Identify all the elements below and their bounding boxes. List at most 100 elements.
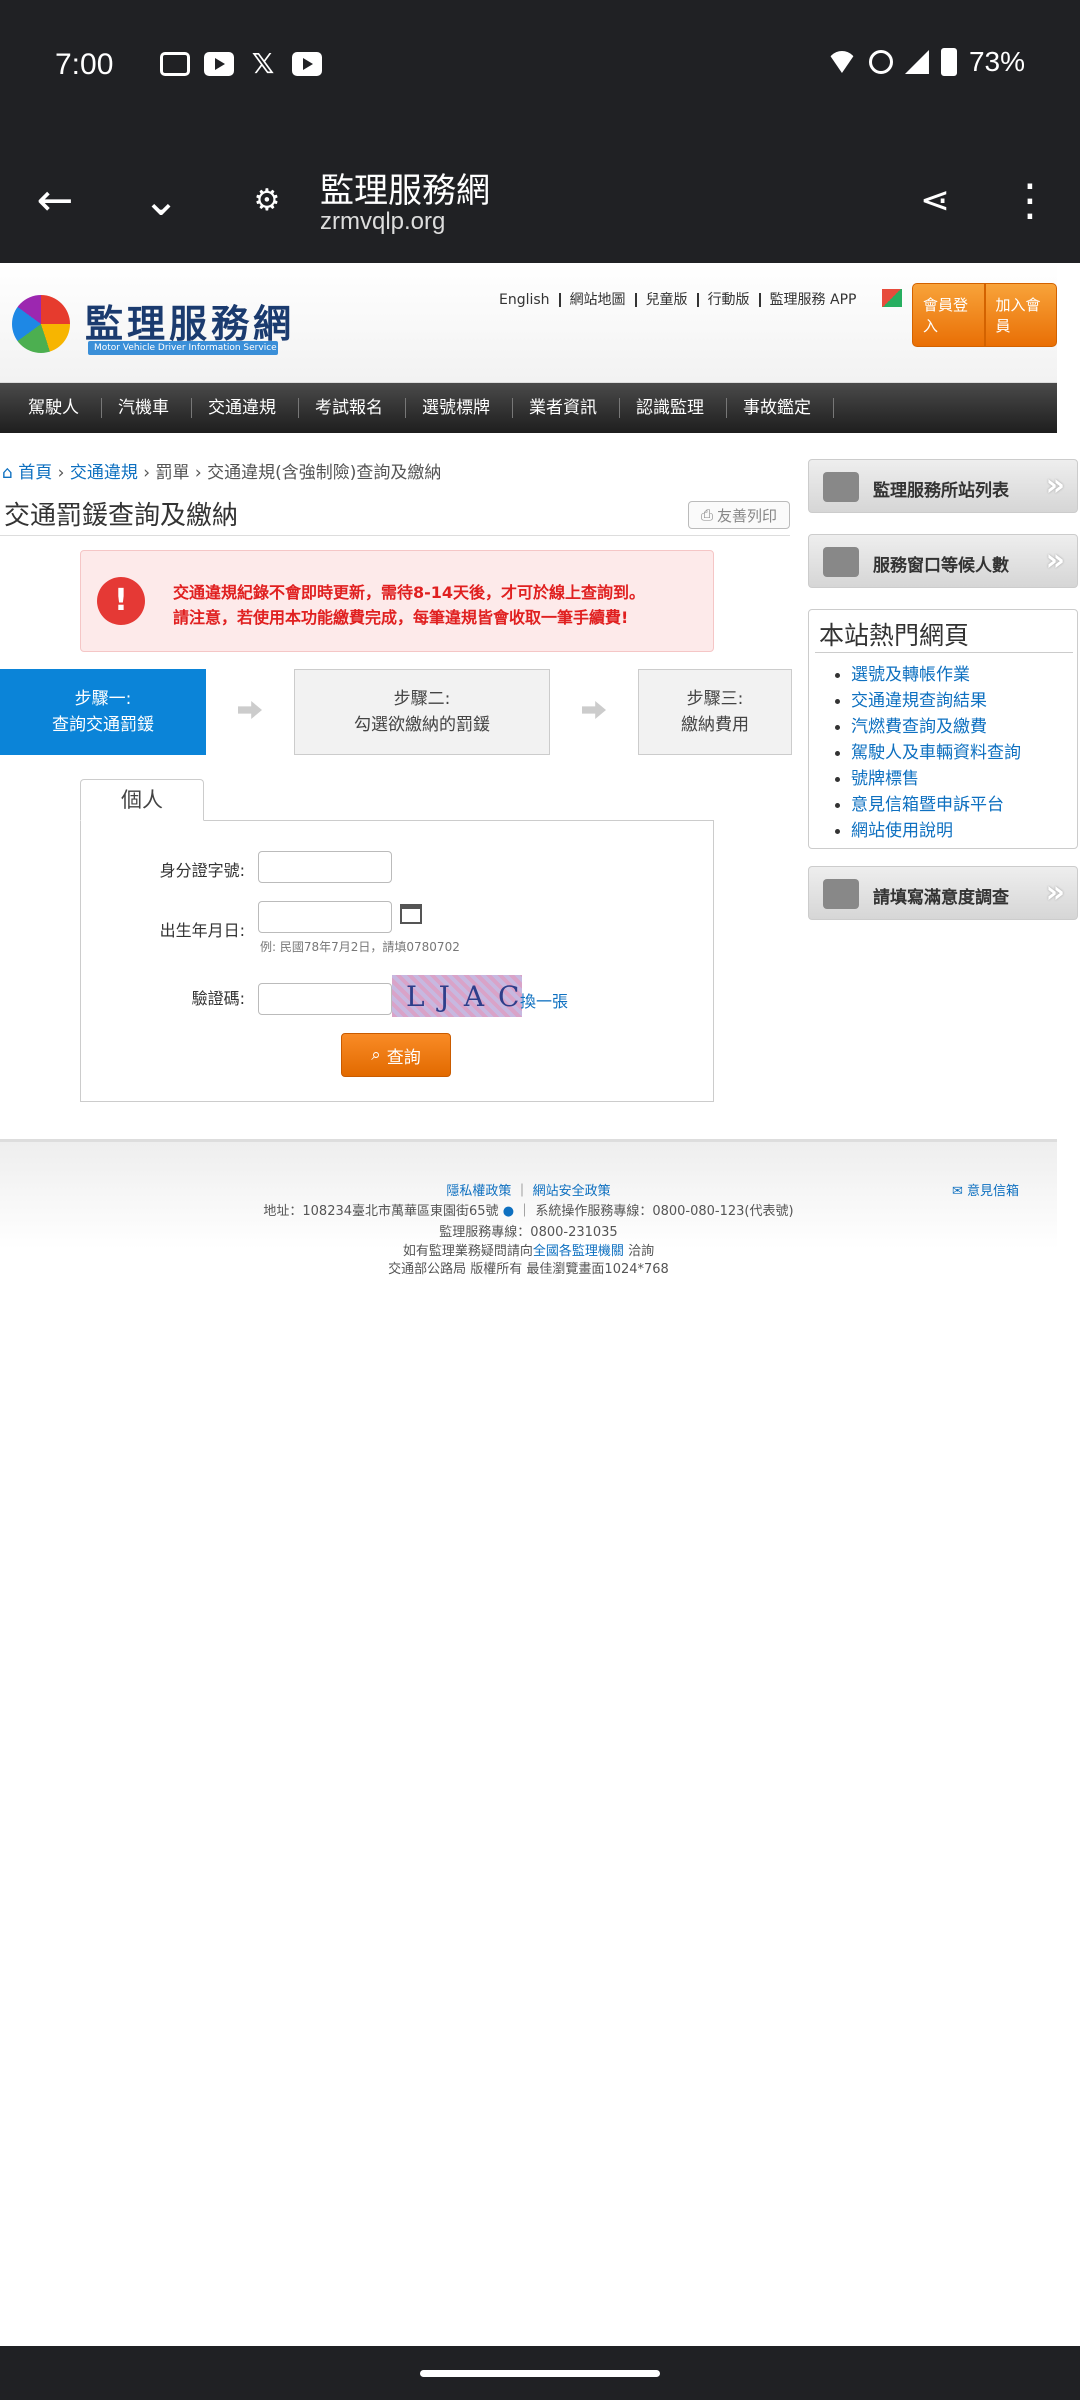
breadcrumb-home[interactable]: 首頁	[18, 463, 52, 483]
calendar-icon[interactable]	[400, 904, 422, 924]
link-sitemap[interactable]: 網站地圖	[558, 293, 635, 307]
waiting-count-label: 服務窗口等候人數	[873, 556, 1009, 576]
hot-link[interactable]: 駕駛人及車輛資料查詢	[835, 740, 1021, 766]
birth-hint: 例: 民國78年7月2日，請填0780702	[260, 940, 460, 954]
captcha-input[interactable]	[258, 983, 392, 1015]
back-arrow-icon[interactable]: ←	[30, 175, 80, 226]
logo-emblem-icon[interactable]	[12, 295, 70, 353]
hot-link[interactable]: 汽燃費查詢及繳費	[835, 714, 1021, 740]
youtube-icon	[292, 52, 322, 76]
id-input[interactable]	[258, 851, 392, 883]
hot-link[interactable]: 網站使用說明	[835, 818, 1021, 844]
security-link[interactable]: 網站安全政策	[533, 1184, 611, 1199]
map-pin-icon[interactable]: ●	[503, 1204, 514, 1219]
step-3: 步驟三: 繳納費用	[638, 669, 792, 755]
satisfaction-survey-button[interactable]: 請填寫滿意度調查 »	[808, 866, 1078, 920]
service-station-list-button[interactable]: 監理服務所站列表 »	[808, 459, 1078, 513]
breadcrumb-traffic[interactable]: 交通違規	[70, 463, 138, 483]
link-english[interactable]: English	[490, 293, 559, 307]
warning-icon: !	[97, 577, 145, 625]
footer-policy-links: 隱私權政策 ｜ 網站安全政策	[446, 1184, 611, 1199]
page-title: 交通罰鍰查詢及繳納	[4, 501, 239, 531]
app-logo-icon[interactable]	[882, 289, 902, 307]
footer-service-line: 監理服務專線：0800-231035	[439, 1225, 618, 1240]
hot-link[interactable]: 意見信箱暨申訴平台	[835, 792, 1021, 818]
footer-hotline: 系統操作服務專線：0800-080-123(代表號)	[535, 1204, 794, 1219]
nav-exam[interactable]: 考試報名	[299, 398, 406, 418]
youtube-icon	[204, 52, 234, 76]
footer-contact-link[interactable]: 全國各監理機關	[533, 1244, 624, 1259]
battery-icon	[940, 48, 957, 76]
web-page: 監理服務網 Motor Vehicle Driver Information S…	[0, 263, 1080, 2346]
logo-text[interactable]: 監理服務網	[85, 293, 295, 348]
breadcrumb: ⌂ 首頁 › 交通違規 › 罰單 › 交通違規(含強制險)查詢及繳納	[2, 458, 441, 483]
share-icon[interactable]: ⋖	[910, 175, 960, 225]
nav-accident[interactable]: 事故鑑定	[727, 398, 834, 418]
search-button[interactable]: ⌕ 查詢	[341, 1033, 451, 1077]
link-kids[interactable]: 兒童版	[634, 293, 697, 307]
satisfaction-survey-label: 請填寫滿意度調查	[873, 888, 1009, 908]
browser-toolbar: ← ⌄ ⚙ 監理服務網 zrmvqlp.org ⋖ ⋮	[0, 135, 1080, 263]
footer-contact: 如有監理業務疑問請向全國各監理機關 洽詢	[0, 1240, 1057, 1259]
wifi-icon	[826, 51, 857, 73]
double-chevron-icon: »	[1045, 875, 1065, 910]
print-label: 友善列印	[717, 506, 778, 525]
alert-text-1: 交通違規紀錄不會即時更新，需待8-14天後，才可於線上查詢到。	[173, 583, 646, 602]
join-button[interactable]: 加入會員	[984, 283, 1057, 347]
hot-link[interactable]: 號牌標售	[835, 766, 1021, 792]
birth-input[interactable]	[258, 901, 392, 933]
service-station-label: 監理服務所站列表	[873, 481, 1009, 501]
tab-personal[interactable]: 個人	[80, 779, 204, 821]
link-mobile[interactable]: 行動版	[696, 293, 759, 307]
home-icon[interactable]: ⌂	[2, 463, 13, 483]
site-header: 監理服務網 Motor Vehicle Driver Information S…	[0, 263, 1057, 383]
feedback-link[interactable]: ✉ 意見信箱	[952, 1180, 1019, 1199]
car-icon	[823, 472, 859, 502]
site-footer: 隱私權政策 ｜ 網站安全政策 地址：108234臺北市萬華區東園街65號 ● ｜…	[0, 1139, 1057, 1277]
system-icons: 73%	[826, 46, 1025, 78]
nav-plate[interactable]: 選號標牌	[406, 398, 513, 418]
step-3-label: 繳納費用	[681, 715, 749, 735]
status-bar: 7:00 𝕏 73%	[0, 0, 1080, 135]
nav-about[interactable]: 認識監理	[620, 398, 727, 418]
site-settings-icon[interactable]: ⚙	[242, 175, 292, 225]
battery-percent: 73%	[968, 46, 1025, 77]
footer-copyright: 交通部公路局 版權所有 最佳瀏覽畫面1024*768	[388, 1262, 669, 1277]
chevron-down-icon[interactable]: ⌄	[136, 175, 186, 226]
top-links: English 網站地圖 兒童版 行動版 監理服務 APP	[490, 293, 865, 307]
login-button[interactable]: 會員登入	[912, 283, 985, 347]
step-arrow-icon	[238, 701, 262, 719]
nav-business[interactable]: 業者資訊	[513, 398, 620, 418]
page-title-bar[interactable]: 監理服務網	[320, 163, 490, 212]
nav-driver[interactable]: 駕駛人	[12, 398, 102, 418]
more-vert-icon[interactable]: ⋮	[1005, 175, 1055, 226]
hot-link[interactable]: 交通違規查詢結果	[835, 688, 1021, 714]
nav-vehicle[interactable]: 汽機車	[102, 398, 192, 418]
main-nav: 駕駛人 汽機車 交通違規 考試報名 選號標牌 業者資訊 認識監理 事故鑑定	[0, 383, 1057, 433]
home-gesture-handle[interactable]	[420, 2370, 660, 2377]
logo-subtitle: Motor Vehicle Driver Information Service	[88, 341, 278, 355]
waiting-count-button[interactable]: 服務窗口等候人數 »	[808, 534, 1078, 588]
captcha-refresh-link[interactable]: 換一張	[520, 988, 568, 1012]
privacy-link[interactable]: 隱私權政策	[446, 1184, 511, 1199]
step-arrow-icon	[582, 701, 606, 719]
hot-link[interactable]: 選號及轉帳作業	[835, 662, 1021, 688]
step-2: 步驟二: 勾選欲繳納的罰鍰	[294, 669, 550, 755]
status-time: 7:00	[55, 48, 114, 81]
double-chevron-icon: »	[1045, 468, 1065, 503]
member-buttons: 會員登入 加入會員	[912, 283, 1057, 347]
wallet-icon	[160, 52, 190, 76]
search-icon: ⌕	[371, 1045, 381, 1065]
nav-traffic-violation[interactable]: 交通違規	[192, 398, 299, 418]
step-1-title: 步驟一:	[74, 689, 132, 709]
link-app[interactable]: 監理服務 APP	[758, 293, 866, 307]
step-2-title: 步驟二:	[393, 689, 451, 709]
signal-icon	[904, 50, 929, 74]
x-icon: 𝕏	[251, 47, 275, 80]
captcha-label: 驗證碼:	[191, 989, 245, 1008]
system-nav-bar	[0, 2346, 1080, 2400]
print-button[interactable]: ⎙ 友善列印	[688, 501, 790, 529]
url-text[interactable]: zrmvqlp.org	[320, 208, 445, 236]
footer-contact-pre: 如有監理業務疑問請向	[402, 1244, 533, 1259]
print-icon: ⎙	[700, 506, 713, 524]
